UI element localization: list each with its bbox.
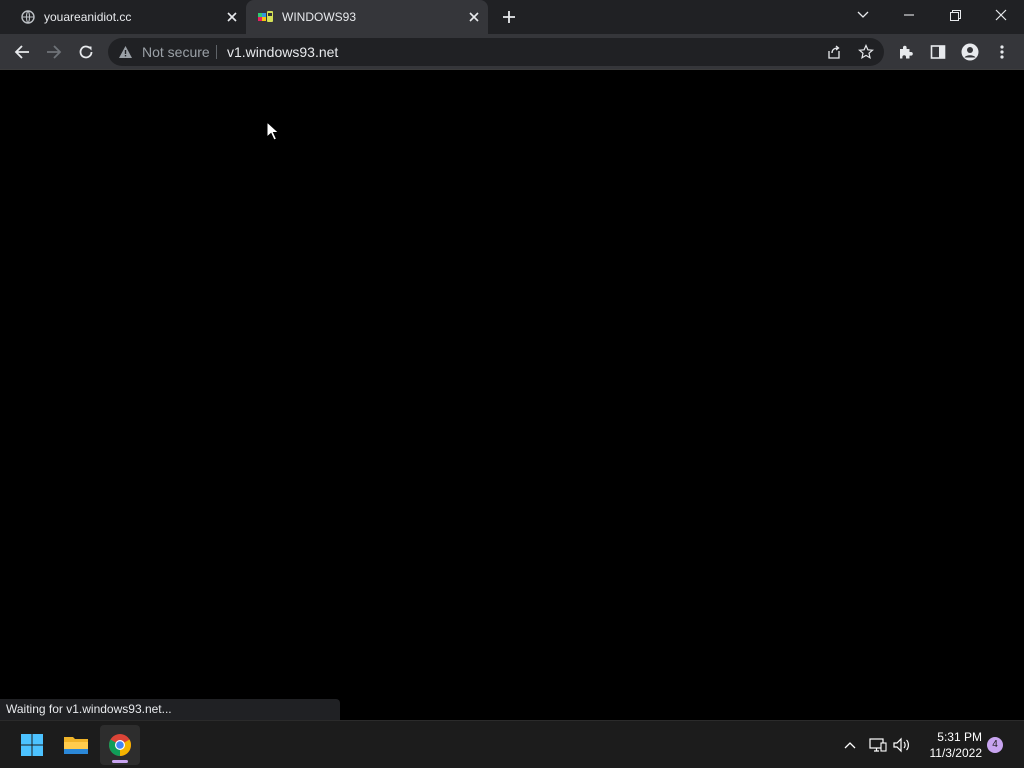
side-panel-icon xyxy=(930,45,946,59)
network-button[interactable] xyxy=(866,733,890,757)
warning-icon[interactable] xyxy=(118,45,133,64)
clock[interactable]: 5:31 PM 11/3/2022 xyxy=(912,729,983,761)
omnibox-divider xyxy=(216,45,217,59)
side-panel-button[interactable] xyxy=(926,40,950,64)
globe-icon xyxy=(20,9,36,25)
page-content xyxy=(0,71,1024,720)
minimize-button[interactable] xyxy=(886,0,932,30)
active-app-indicator xyxy=(112,760,128,763)
share-icon[interactable] xyxy=(826,44,842,65)
menu-button[interactable] xyxy=(990,40,1014,64)
new-tab-button[interactable] xyxy=(499,7,519,27)
arrow-right-icon xyxy=(47,45,62,59)
file-explorer-icon xyxy=(64,737,88,754)
restore-icon xyxy=(949,9,961,21)
star-icon[interactable] xyxy=(858,44,874,65)
notification-badge[interactable]: 4 xyxy=(987,737,1003,753)
speaker-icon xyxy=(893,737,909,753)
security-label[interactable]: Not secure xyxy=(142,45,210,59)
network-icon xyxy=(869,738,887,752)
back-button[interactable] xyxy=(10,40,34,64)
arrow-left-icon xyxy=(14,45,29,59)
file-explorer-button[interactable] xyxy=(56,725,96,765)
windows93-favicon xyxy=(258,9,274,25)
tab-youareanidiot[interactable]: youareanidiot.cc xyxy=(0,0,246,34)
address-bar[interactable]: Not secure v1.windows93.net xyxy=(108,38,884,66)
chrome-icon xyxy=(109,734,131,756)
taskbar: 5:31 PM 11/3/2022 4 xyxy=(0,720,1024,768)
puzzle-icon xyxy=(900,45,913,59)
volume-button[interactable] xyxy=(890,733,914,757)
reload-button[interactable] xyxy=(74,40,98,64)
time-text: 5:31 PM xyxy=(937,730,982,744)
close-tab-icon[interactable] xyxy=(224,9,240,25)
browser-toolbar: Not secure v1.windows93.net xyxy=(0,34,1024,70)
tab-title: youareanidiot.cc xyxy=(44,10,132,24)
show-hidden-icons-button[interactable] xyxy=(838,733,862,757)
tab-search-button[interactable] xyxy=(840,0,886,30)
tab-windows93[interactable]: WINDOWS93 xyxy=(246,0,488,34)
date-text: 11/3/2022 xyxy=(929,746,983,760)
minimize-icon xyxy=(904,14,914,16)
windows-start-icon xyxy=(21,734,43,756)
tab-title: WINDOWS93 xyxy=(282,10,357,24)
status-bubble: Waiting for v1.windows93.net... xyxy=(0,699,340,720)
close-icon xyxy=(995,9,1007,21)
restore-button[interactable] xyxy=(932,0,978,30)
close-tab-icon[interactable] xyxy=(466,9,482,25)
profile-icon xyxy=(961,43,979,61)
plus-icon xyxy=(503,11,515,23)
profile-button[interactable] xyxy=(958,40,982,64)
chevron-down-icon xyxy=(857,11,869,18)
close-window-button[interactable] xyxy=(978,0,1024,30)
more-vert-icon xyxy=(1000,45,1004,59)
chrome-button[interactable] xyxy=(100,725,140,765)
url-text[interactable]: v1.windows93.net xyxy=(227,45,338,59)
extensions-button[interactable] xyxy=(894,40,918,64)
chevron-up-icon xyxy=(844,742,856,749)
tab-strip: youareanidiot.cc WINDOWS93 xyxy=(0,0,1024,34)
reload-icon xyxy=(79,45,93,59)
mouse-cursor-icon xyxy=(266,120,280,146)
forward-button[interactable] xyxy=(42,40,66,64)
start-button[interactable] xyxy=(12,725,52,765)
